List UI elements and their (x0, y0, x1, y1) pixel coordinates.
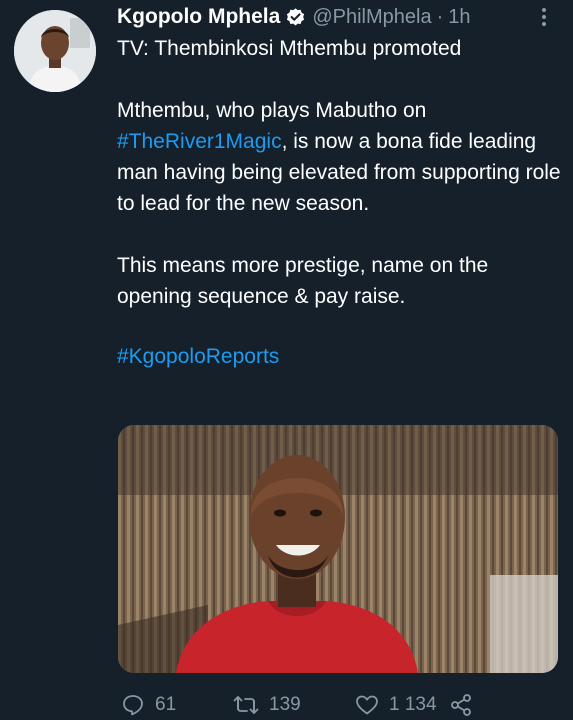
author-handle[interactable]: @PhilMphela (312, 6, 431, 29)
verified-badge-icon (285, 7, 306, 28)
reply-icon (123, 695, 143, 716)
tweet-timestamp[interactable]: 1h (448, 6, 470, 29)
tweet-paragraph-3: This means more prestige, name on the op… (117, 254, 489, 308)
tweet-photo[interactable] (118, 425, 558, 673)
heart-icon (356, 695, 378, 715)
more-options-icon[interactable] (536, 6, 552, 28)
retweet-button[interactable]: 139 (233, 690, 301, 720)
reply-button[interactable]: 61 (121, 690, 176, 720)
share-button[interactable] (449, 690, 483, 720)
tweet-card: Kgopolo Mphela @PhilMphela · 1h TV: Them… (0, 0, 573, 720)
like-count: 1 134 (389, 694, 437, 715)
tweet-text: TV: Thembinkosi Mthembu promoted Mthembu… (117, 33, 562, 372)
retweet-icon (233, 696, 259, 714)
hashtag-link-kgopoloreports[interactable]: #KgopoloReports (117, 341, 562, 372)
tweet-paragraph-2: Mthembu, who plays Mabutho on #TheRiver1… (117, 95, 562, 219)
like-button[interactable]: 1 134 (355, 690, 437, 720)
share-icon (451, 694, 471, 716)
tweet-header: Kgopolo Mphela @PhilMphela · 1h (117, 4, 557, 30)
author-name[interactable]: Kgopolo Mphela (117, 5, 280, 29)
reply-count: 61 (155, 694, 177, 715)
hashtag-link-theriver1magic[interactable]: #TheRiver1Magic (117, 130, 282, 153)
retweet-count: 139 (269, 694, 301, 715)
avatar[interactable] (14, 10, 96, 92)
tweet-headline: TV: Thembinkosi Mthembu promoted (117, 37, 462, 60)
tweet-actions: 61 139 1 134 (117, 690, 497, 720)
paragraph-2-start: Mthembu, who plays Mabutho on (117, 99, 427, 122)
separator-dot: · (436, 5, 444, 28)
